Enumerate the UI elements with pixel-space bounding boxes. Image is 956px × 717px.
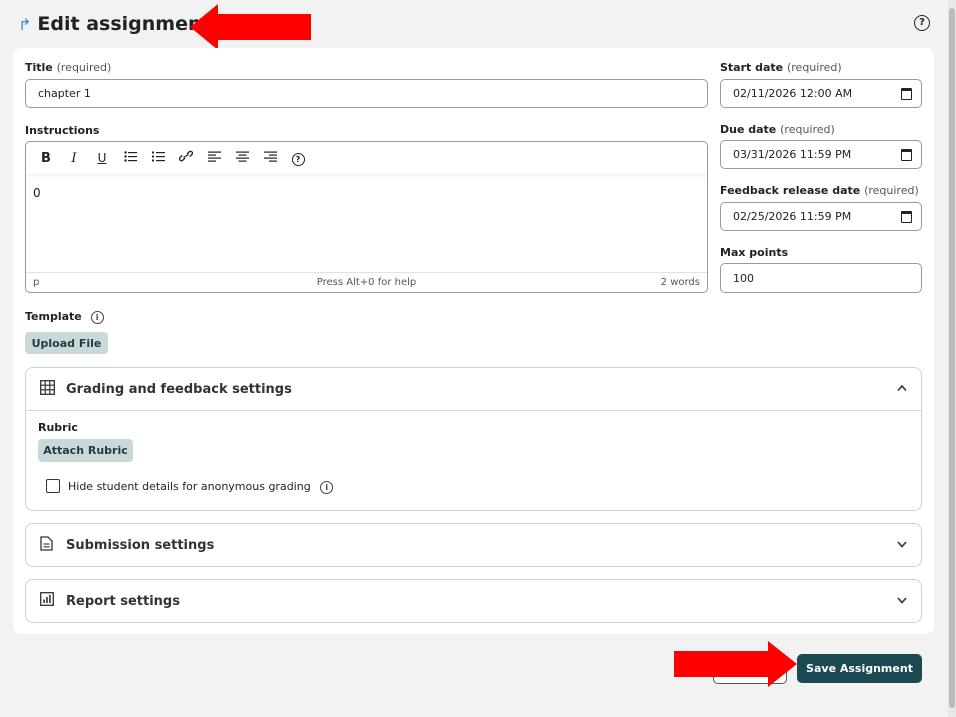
grading-panel-header[interactable]: Grading and feedback settings bbox=[26, 368, 921, 410]
due-date-label: Due date (required) bbox=[720, 123, 835, 136]
question-circle-icon[interactable]: ? bbox=[914, 15, 930, 31]
annotation-arrow-title bbox=[190, 4, 311, 50]
start-date-label: Start date (required) bbox=[720, 61, 842, 74]
save-assignment-button[interactable]: Save Assignment bbox=[797, 654, 922, 683]
align-right-icon[interactable] bbox=[256, 151, 284, 166]
underline-button[interactable]: U bbox=[88, 151, 116, 165]
title-label: Title (required) bbox=[25, 61, 112, 74]
page-title: Edit assignment bbox=[37, 13, 211, 35]
link-icon[interactable] bbox=[172, 150, 200, 166]
calendar-icon[interactable] bbox=[901, 148, 912, 161]
feedback-date-value: 02/25/2026 11:59 PM bbox=[733, 210, 852, 223]
chevron-down-icon[interactable] bbox=[897, 537, 907, 551]
title-input[interactable]: chapter 1 bbox=[25, 79, 708, 108]
align-left-icon[interactable] bbox=[200, 151, 228, 166]
start-date-input[interactable]: 02/11/2026 12:00 AM bbox=[720, 79, 922, 108]
start-date-value: 02/11/2026 12:00 AM bbox=[733, 87, 853, 100]
instructions-label: Instructions bbox=[25, 124, 100, 137]
page-scrollbar[interactable] bbox=[948, 0, 956, 717]
report-panel-header[interactable]: Report settings bbox=[26, 580, 921, 622]
word-count[interactable]: 2 words bbox=[661, 277, 700, 288]
max-points-input[interactable]: 100 bbox=[720, 263, 922, 293]
submission-panel-title: Submission settings bbox=[66, 537, 215, 553]
max-points-value: 100 bbox=[733, 271, 754, 285]
bullet-list-icon[interactable] bbox=[116, 150, 144, 166]
submission-panel[interactable]: Submission settings bbox=[25, 523, 922, 567]
external-link-icon: ↱ bbox=[18, 14, 32, 34]
bold-button[interactable]: B bbox=[32, 151, 60, 166]
rubric-label: Rubric bbox=[38, 421, 78, 434]
editor-content[interactable]: 0 bbox=[33, 186, 41, 200]
editor-help-hint: Press Alt+0 for help bbox=[316, 277, 417, 288]
info-icon[interactable]: i bbox=[90, 310, 104, 324]
anonymous-grading-label: Hide student details for anonymous gradi… bbox=[68, 480, 334, 494]
numbered-list-icon[interactable] bbox=[144, 151, 172, 166]
max-points-label: Max points bbox=[720, 246, 789, 259]
document-icon bbox=[40, 535, 58, 555]
editor-help-icon[interactable]: ? bbox=[284, 151, 312, 166]
chevron-up-icon[interactable] bbox=[897, 381, 907, 395]
editor-statusbar: p Press Alt+0 for help 2 words bbox=[26, 272, 707, 292]
due-date-value: 03/31/2026 11:59 PM bbox=[733, 148, 852, 161]
grid-icon bbox=[40, 379, 58, 399]
due-date-input[interactable]: 03/31/2026 11:59 PM bbox=[720, 140, 922, 169]
anonymous-grading-checkbox[interactable] bbox=[46, 479, 60, 493]
report-panel[interactable]: Report settings bbox=[25, 579, 922, 623]
align-center-icon[interactable] bbox=[228, 151, 256, 166]
editor-toolbar: B I U ? bbox=[26, 142, 707, 174]
calendar-icon[interactable] bbox=[901, 87, 912, 100]
feedback-date-label: Feedback release date (required) bbox=[720, 184, 919, 197]
page-header: ↱ Edit assignment bbox=[18, 10, 211, 38]
annotation-arrow-save bbox=[674, 641, 797, 687]
calendar-icon[interactable] bbox=[901, 210, 912, 223]
info-icon[interactable]: i bbox=[320, 480, 334, 494]
template-label: Template i bbox=[25, 310, 104, 324]
upload-file-button[interactable]: Upload File bbox=[25, 332, 108, 354]
title-input-value: chapter 1 bbox=[38, 87, 91, 100]
instructions-editor[interactable]: B I U ? 0 p Press Alt+0 for help 2 words bbox=[25, 141, 708, 293]
bar-chart-icon bbox=[40, 592, 58, 610]
grading-panel-title: Grading and feedback settings bbox=[66, 381, 292, 397]
scrollbar-thumb[interactable] bbox=[949, 8, 955, 708]
report-panel-title: Report settings bbox=[66, 593, 180, 609]
italic-button[interactable]: I bbox=[60, 151, 88, 166]
feedback-date-input[interactable]: 02/25/2026 11:59 PM bbox=[720, 202, 922, 231]
panel-divider bbox=[26, 410, 921, 411]
attach-rubric-button[interactable]: Attach Rubric bbox=[38, 439, 133, 462]
submission-panel-header[interactable]: Submission settings bbox=[26, 524, 921, 566]
chevron-down-icon[interactable] bbox=[897, 593, 907, 607]
